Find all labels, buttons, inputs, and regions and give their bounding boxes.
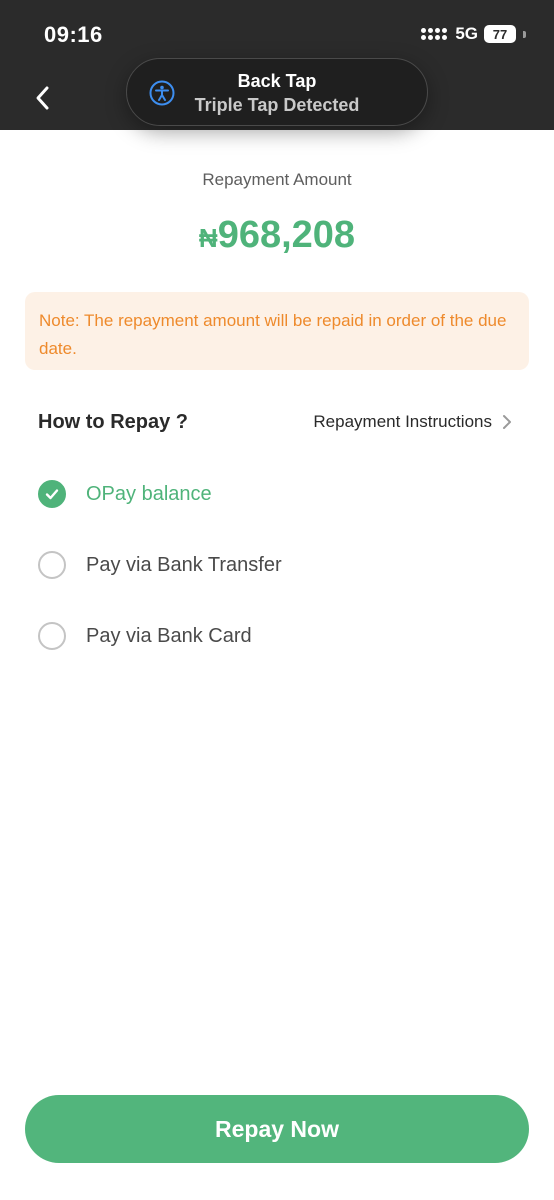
how-to-repay-title: How to Repay ? [38, 411, 189, 433]
repayment-amount-label: Repayment Amount [202, 170, 352, 189]
status-indicators: 5G 77 [421, 24, 526, 44]
network-type: 5G [455, 24, 478, 43]
radio-unchecked-icon[interactable] [38, 622, 66, 650]
repayment-amount: ₦968,208 [0, 214, 554, 257]
repay-now-label: Repay Now [215, 1115, 339, 1142]
currency-symbol: ₦ [198, 223, 218, 253]
toast-title: Back Tap [237, 71, 317, 91]
repayment-instructions-link[interactable]: Repayment Instructions [313, 412, 512, 432]
repayment-instructions-label: Repayment Instructions [313, 412, 492, 431]
toast-subtitle: Triple Tap Detected [194, 95, 360, 115]
option-bank-transfer[interactable]: Pay via Bank Transfer [38, 551, 282, 579]
signal-icon [421, 28, 448, 40]
radio-checked-icon[interactable] [38, 480, 66, 508]
status-time: 09:16 [44, 22, 103, 47]
battery-icon: 77 [484, 25, 516, 43]
checkmark-icon [45, 489, 59, 500]
back-tap-toast: Back Tap Triple Tap Detected [126, 58, 428, 126]
chevron-left-icon [36, 86, 49, 110]
option-opay-balance[interactable]: OPay balance [38, 480, 212, 508]
option-label: Pay via Bank Transfer [86, 553, 282, 576]
option-label: OPay balance [86, 482, 212, 505]
back-button[interactable] [28, 84, 56, 112]
amount-value: 968,208 [217, 214, 356, 256]
option-bank-card[interactable]: Pay via Bank Card [38, 622, 252, 650]
repayment-note: Note: The repayment amount will be repai… [25, 292, 529, 370]
chevron-right-icon [503, 415, 511, 429]
repay-now-button[interactable]: Repay Now [25, 1095, 529, 1163]
radio-unchecked-icon[interactable] [38, 551, 66, 579]
battery-level: 77 [492, 26, 508, 42]
option-label: Pay via Bank Card [86, 624, 252, 647]
battery-tip [523, 30, 526, 38]
